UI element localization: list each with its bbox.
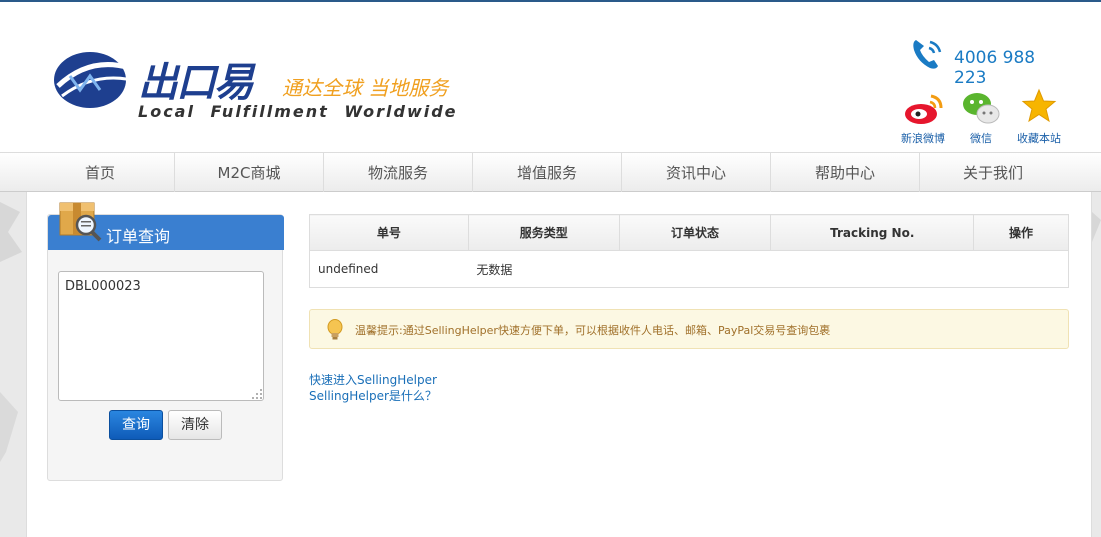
tip-banner: 温馨提示:通过SellingHelper快速方便下单，可以根据收件人电话、邮箱、… xyxy=(309,309,1069,349)
table-header-row: 单号 服务类型 订单状态 Tracking No. 操作 xyxy=(309,214,1069,251)
what-is-sellinghelper-link[interactable]: SellingHelper是什么？ xyxy=(309,388,437,404)
site-header: 出口易 通达全球 当地服务 Local Fulfillment Worldwid… xyxy=(0,2,1101,152)
enter-sellinghelper-link[interactable]: 快速进入SellingHelper xyxy=(309,372,437,388)
hotline: 4006 988 223 xyxy=(910,36,1070,88)
resize-handle-icon[interactable] xyxy=(251,388,263,400)
wechat-icon xyxy=(963,93,1000,124)
nav-item-news[interactable]: 资讯中心 xyxy=(622,153,771,192)
column-header-tracking-no: Tracking No. xyxy=(770,214,975,251)
results-table: 单号 服务类型 订单状态 Tracking No. 操作 undefined 无… xyxy=(309,214,1069,288)
logo-chinese-text: 出口易 xyxy=(138,60,254,106)
table-row: undefined 无数据 xyxy=(309,250,1069,288)
bookmark-label: 收藏本站 xyxy=(1017,132,1061,145)
phone-icon xyxy=(913,40,942,69)
tip-text: 温馨提示:通过SellingHelper快速方便下单，可以根据收件人电话、邮箱、… xyxy=(355,324,831,337)
logo-slogan: 通达全球 当地服务 xyxy=(282,76,449,100)
left-background-decoration xyxy=(0,192,26,537)
nav-item-m2c-mall[interactable]: M2C商城 xyxy=(175,153,324,192)
nav-item-about[interactable]: 关于我们 xyxy=(920,153,1066,192)
nav-item-home[interactable]: 首页 xyxy=(26,153,175,192)
nav-item-logistics[interactable]: 物流服务 xyxy=(324,153,473,192)
logo-english-text: Local Fulfillment Worldwide xyxy=(138,102,458,121)
phone-number: 4006 988 223 xyxy=(954,48,1036,88)
social-links: 新浪微博 微信 收藏本站 xyxy=(895,88,1085,148)
order-query-panel: 订单查询 DBL000023 查询 清除 xyxy=(47,202,284,481)
right-background-decoration xyxy=(1092,192,1101,537)
panel-title: 订单查询 xyxy=(106,227,171,246)
column-header-actions: 操作 xyxy=(973,214,1069,251)
weibo-label: 新浪微博 xyxy=(901,132,945,145)
nav-item-help[interactable]: 帮助中心 xyxy=(771,153,920,192)
order-number-input[interactable]: DBL000023 xyxy=(58,271,264,401)
star-icon xyxy=(1021,88,1057,123)
query-button[interactable]: 查询 xyxy=(109,410,163,440)
column-header-service-type: 服务类型 xyxy=(467,214,620,251)
nav-item-value-added[interactable]: 增值服务 xyxy=(473,153,622,192)
cell-order-no: undefined xyxy=(309,250,469,288)
column-header-order-no: 单号 xyxy=(309,214,469,251)
wechat-label: 微信 xyxy=(970,132,992,145)
cell-no-data: 无数据 xyxy=(468,250,1069,288)
site-logo[interactable]: 出口易 通达全球 当地服务 Local Fulfillment Worldwid… xyxy=(50,42,470,132)
clear-button[interactable]: 清除 xyxy=(168,410,222,440)
lightbulb-icon xyxy=(327,319,343,340)
column-header-order-status: 订单状态 xyxy=(618,214,772,251)
main-navigation: 首页 M2C商城 物流服务 增值服务 资讯中心 帮助中心 关于我们 xyxy=(0,152,1101,192)
globe-logo-icon xyxy=(54,52,133,108)
sellinghelper-links: 快速进入SellingHelper SellingHelper是什么？ xyxy=(309,372,437,404)
weibo-icon xyxy=(905,94,943,124)
package-search-icon xyxy=(59,202,102,242)
main-content: 订单查询 DBL000023 查询 清除 单号 服务类型 订单状态 Tracki… xyxy=(26,192,1092,537)
